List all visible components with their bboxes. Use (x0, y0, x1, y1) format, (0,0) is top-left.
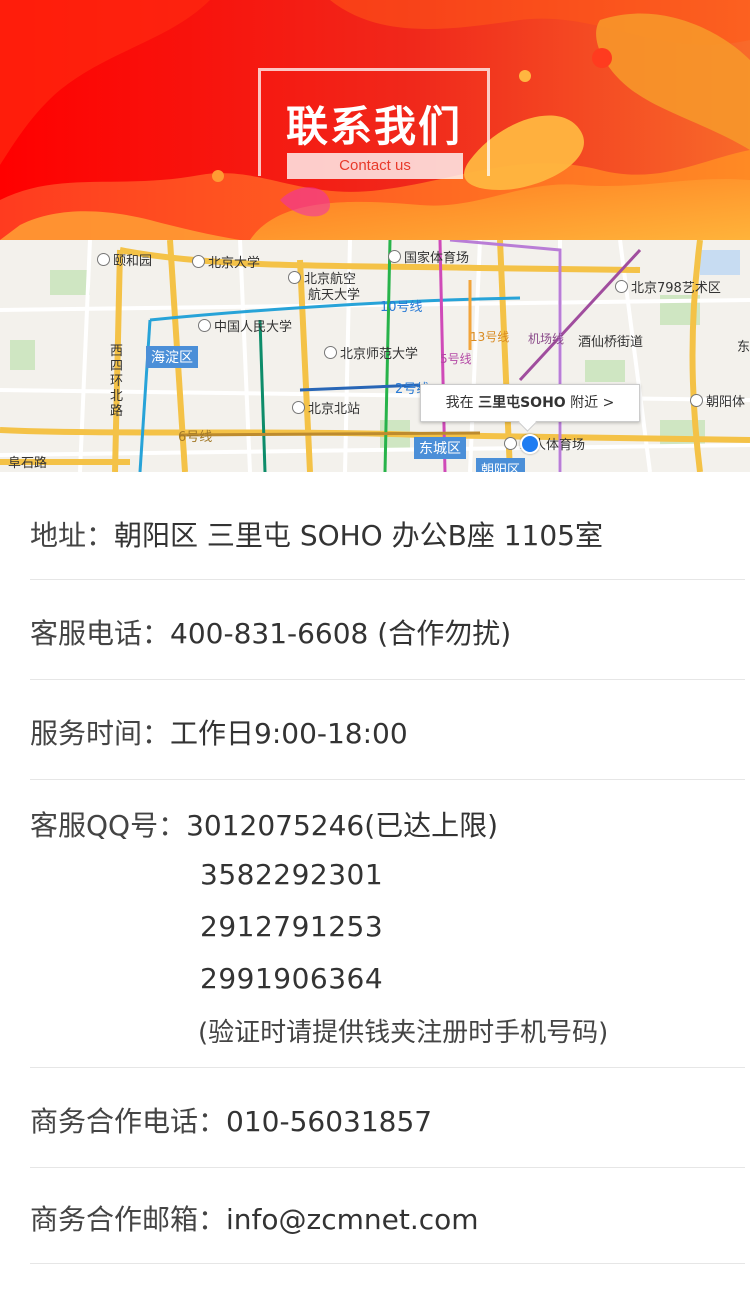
qq-number[interactable]: 3582292301 (200, 858, 383, 891)
address-value: 朝阳区 三里屯 SOHO 办公B座 1105室 (114, 519, 603, 552)
map-label-ruc: 中国人民大学 (198, 316, 292, 335)
address-label: 地址： (30, 519, 115, 552)
map-label-line5: 5号线 (440, 352, 472, 366)
phone-label: 客服电话： (30, 617, 171, 650)
address-row: 地址：朝阳区 三里屯 SOHO 办公B座 1105室 (30, 472, 745, 580)
header-banner: 联系我们 Contact us (0, 0, 750, 240)
biz-phone-label: 商务合作电话： (30, 1105, 227, 1138)
title-frame: 联系我们 Contact us (258, 68, 490, 179)
poi-icon (198, 319, 211, 332)
hours-row: 服务时间：工作日9:00-18:00 (30, 680, 745, 780)
map-label-workers-stadium: 工人体育场 (504, 434, 585, 453)
bubble-place: 三里屯SOHO (478, 395, 566, 411)
qq-first[interactable]: 3012075246 (186, 809, 364, 842)
map-label-dongcheng: 东城区 (414, 437, 466, 459)
qq-label: 客服QQ号： (30, 809, 187, 842)
map-label-798: 北京798艺术区 (615, 277, 721, 296)
location-map[interactable]: 颐和园 北京大学 国家体育场 北京航空 航天大学 北京798艺术区 10号线 中… (0, 240, 750, 472)
poi-icon (690, 394, 703, 407)
qq-number[interactable]: 2912791253 (200, 910, 383, 943)
phone-row: 客服电话：400-831-6608 (合作勿扰) (30, 580, 745, 680)
map-label-buaa-2: 航天大学 (308, 288, 361, 303)
map-label-chaoyang-stadium: 朝阳体 (690, 391, 745, 410)
map-label-pku: 北京大学 (192, 252, 260, 271)
hours-label: 服务时间： (30, 717, 171, 750)
poi-icon (292, 401, 305, 414)
poi-icon (504, 437, 517, 450)
map-label-beijing-north-station: 北京北站 (292, 398, 360, 417)
qq-row: 客服QQ号：3012075246(已达上限) 3582292301 291279… (30, 780, 745, 1068)
phone-value[interactable]: 400-831-6608 (合作勿扰) (170, 617, 511, 650)
location-bubble[interactable]: 我在 三里屯SOHO 附近 > (420, 384, 640, 422)
page-subtitle: Contact us (287, 153, 463, 179)
map-label-west-ring: 西四环北路 (110, 344, 124, 419)
map-label-haidian: 海淀区 (146, 346, 198, 368)
biz-email-label: 商务合作邮箱： (30, 1203, 227, 1236)
qq-verification-note: (验证时请提供钱夹注册时手机号码) (198, 1018, 609, 1048)
qq-number[interactable]: 2991906364 (200, 962, 383, 995)
bubble-prefix: 我在 (445, 395, 474, 411)
location-pin-icon (520, 434, 540, 454)
hours-value: 工作日9:00-18:00 (170, 717, 408, 750)
map-label-airport-line: 机场线 (528, 332, 565, 346)
biz-phone-value[interactable]: 010-56031857 (226, 1105, 432, 1138)
biz-email-row: 商务合作邮箱：info@zcmnet.com (30, 1168, 745, 1264)
biz-phone-row: 商务合作电话：010-56031857 (30, 1068, 745, 1168)
map-label-jiuxianqiao: 酒仙桥街道 (578, 335, 644, 350)
map-label-line10: 10号线 (380, 300, 423, 315)
bubble-suffix: 附近 > (570, 395, 615, 411)
poi-icon (97, 253, 110, 266)
poi-icon (388, 250, 401, 263)
map-label-national-stadium: 国家体育场 (388, 247, 469, 266)
map-label-yiheyuan: 颐和园 (97, 250, 152, 269)
poi-icon (192, 255, 205, 268)
map-label-bnu: 北京师范大学 (324, 343, 418, 362)
page-title: 联系我们 (285, 102, 462, 151)
map-label-east: 东 (737, 340, 750, 355)
map-label-line13: 13号线 (470, 330, 510, 344)
poi-icon (324, 346, 337, 359)
map-label-fushilu: 阜石路 (8, 456, 48, 471)
map-label-chaoyang: 朝阳区 (476, 458, 526, 472)
poi-icon (288, 271, 301, 284)
map-label-line6: 6号线 (178, 430, 213, 445)
biz-email-value[interactable]: info@zcmnet.com (226, 1203, 479, 1236)
contact-info: 地址：朝阳区 三里屯 SOHO 办公B座 1105室 客服电话：400-831-… (30, 472, 745, 1264)
qq-first-note: (已达上限) (364, 809, 499, 842)
poi-icon (615, 280, 628, 293)
